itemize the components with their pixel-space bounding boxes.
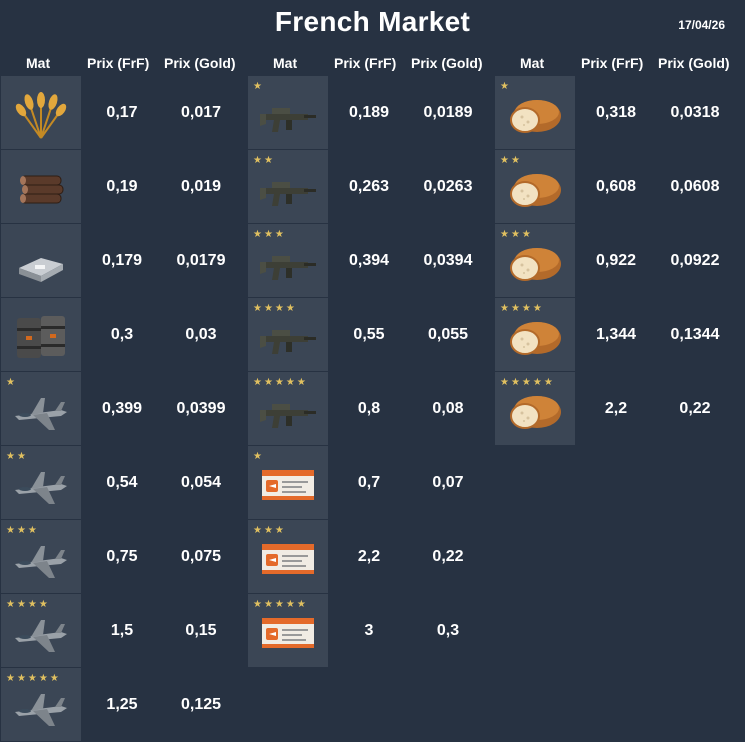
item-cell: ★ — [495, 76, 575, 149]
item-cell: ★ — [1, 372, 81, 445]
price-frf: 0,19 — [106, 178, 138, 195]
price-gold: 0,0318 — [670, 104, 720, 121]
item-cell: ★★ — [495, 150, 575, 223]
price-gold: 0,08 — [432, 400, 464, 417]
price-gold: 0,0394 — [423, 252, 473, 269]
oil-barrel-icon — [11, 312, 71, 362]
steel-ingot-icon — [11, 238, 71, 288]
price-gold: 0,0922 — [670, 252, 720, 269]
price-gold: 0,0263 — [423, 178, 473, 195]
price-frf: 0,7 — [357, 474, 381, 491]
price-frf: 0,179 — [101, 252, 143, 269]
bread-icon — [505, 238, 565, 288]
fighter-jet-icon — [11, 460, 71, 510]
header-price-frf: Prix (FrF) — [334, 55, 397, 71]
price-frf: 3 — [364, 622, 374, 639]
item-cell — [1, 298, 81, 371]
rifle-icon — [258, 312, 318, 362]
bread-icon — [505, 312, 565, 362]
item-cell: ★★ — [248, 150, 328, 223]
price-frf: 0,608 — [595, 178, 637, 195]
price-frf: 0,922 — [595, 252, 637, 269]
rifle-icon — [258, 238, 318, 288]
item-cell: ★★★ — [495, 224, 575, 297]
fighter-jet-icon — [11, 682, 71, 732]
fighter-jet-icon — [11, 608, 71, 658]
price-gold: 0,15 — [185, 622, 217, 639]
price-gold: 0,1344 — [670, 326, 720, 343]
item-cell — [1, 224, 81, 297]
date-label: 17/04/26 — [678, 18, 725, 32]
item-cell: ★★★★ — [1, 594, 81, 667]
price-frf: 0,8 — [357, 400, 381, 417]
item-cell — [1, 150, 81, 223]
item-cell: ★★★ — [248, 520, 328, 593]
price-frf: 0,394 — [348, 252, 390, 269]
rifle-icon — [258, 386, 318, 436]
price-gold: 0,22 — [432, 548, 464, 565]
price-gold: 0,019 — [180, 178, 222, 195]
price-frf: 1,25 — [106, 696, 138, 713]
bread-icon — [505, 90, 565, 140]
rifle-icon — [258, 90, 318, 140]
bread-icon — [505, 386, 565, 436]
price-gold: 0,017 — [180, 104, 222, 121]
price-frf: 2,2 — [604, 400, 628, 417]
price-gold: 0,055 — [427, 326, 469, 343]
plane-ticket-icon — [258, 534, 318, 584]
header-price-gold: Prix (Gold) — [411, 55, 483, 71]
header-mat: Mat — [26, 55, 51, 71]
price-frf: 0,17 — [106, 104, 138, 121]
header-price-frf: Prix (FrF) — [581, 55, 644, 71]
price-gold: 0,0179 — [176, 252, 226, 269]
price-frf: 0,75 — [106, 548, 138, 565]
header-price-gold: Prix (Gold) — [164, 55, 236, 71]
price-gold: 0,075 — [180, 548, 222, 565]
price-frf: 0,54 — [106, 474, 138, 491]
item-cell: ★ — [248, 446, 328, 519]
item-cell — [1, 76, 81, 149]
price-gold: 0,07 — [432, 474, 464, 491]
item-cell: ★★★★★ — [248, 372, 328, 445]
price-gold: 0,03 — [185, 326, 217, 343]
price-gold: 0,3 — [436, 622, 460, 639]
item-cell: ★★★ — [1, 520, 81, 593]
price-frf: 1,344 — [595, 326, 637, 343]
item-cell: ★★★★ — [248, 298, 328, 371]
plane-ticket-icon — [258, 608, 318, 658]
price-frf: 0,399 — [101, 400, 143, 417]
fighter-jet-icon — [11, 386, 71, 436]
item-cell: ★ — [248, 76, 328, 149]
header-mat: Mat — [520, 55, 545, 71]
logs-icon — [11, 164, 71, 214]
rifle-icon — [258, 164, 318, 214]
header-price-frf: Prix (FrF) — [87, 55, 150, 71]
price-frf: 0,189 — [348, 104, 390, 121]
header-price-gold: Prix (Gold) — [658, 55, 730, 71]
price-gold: 0,0608 — [670, 178, 720, 195]
item-cell: ★★ — [1, 446, 81, 519]
item-cell: ★★★★★ — [248, 594, 328, 667]
price-frf: 0,263 — [348, 178, 390, 195]
price-frf: 0,318 — [595, 104, 637, 121]
item-cell: ★★★ — [248, 224, 328, 297]
price-gold: 0,0189 — [423, 104, 473, 121]
header-mat: Mat — [273, 55, 298, 71]
price-gold: 0,22 — [679, 400, 711, 417]
price-gold: 0,125 — [180, 696, 222, 713]
fighter-jet-icon — [11, 534, 71, 584]
price-frf: 2,2 — [357, 548, 381, 565]
item-cell: ★★★★★ — [495, 372, 575, 445]
price-frf: 0,55 — [353, 326, 385, 343]
price-gold: 0,0399 — [176, 400, 226, 417]
item-cell: ★★★★★ — [1, 668, 81, 741]
item-cell: ★★★★ — [495, 298, 575, 371]
wheat-icon — [11, 90, 71, 140]
price-frf: 0,3 — [110, 326, 134, 343]
bread-icon — [505, 164, 565, 214]
plane-ticket-icon — [258, 460, 318, 510]
page-title: French Market — [274, 6, 471, 37]
price-frf: 1,5 — [110, 622, 134, 639]
price-gold: 0,054 — [180, 474, 222, 491]
